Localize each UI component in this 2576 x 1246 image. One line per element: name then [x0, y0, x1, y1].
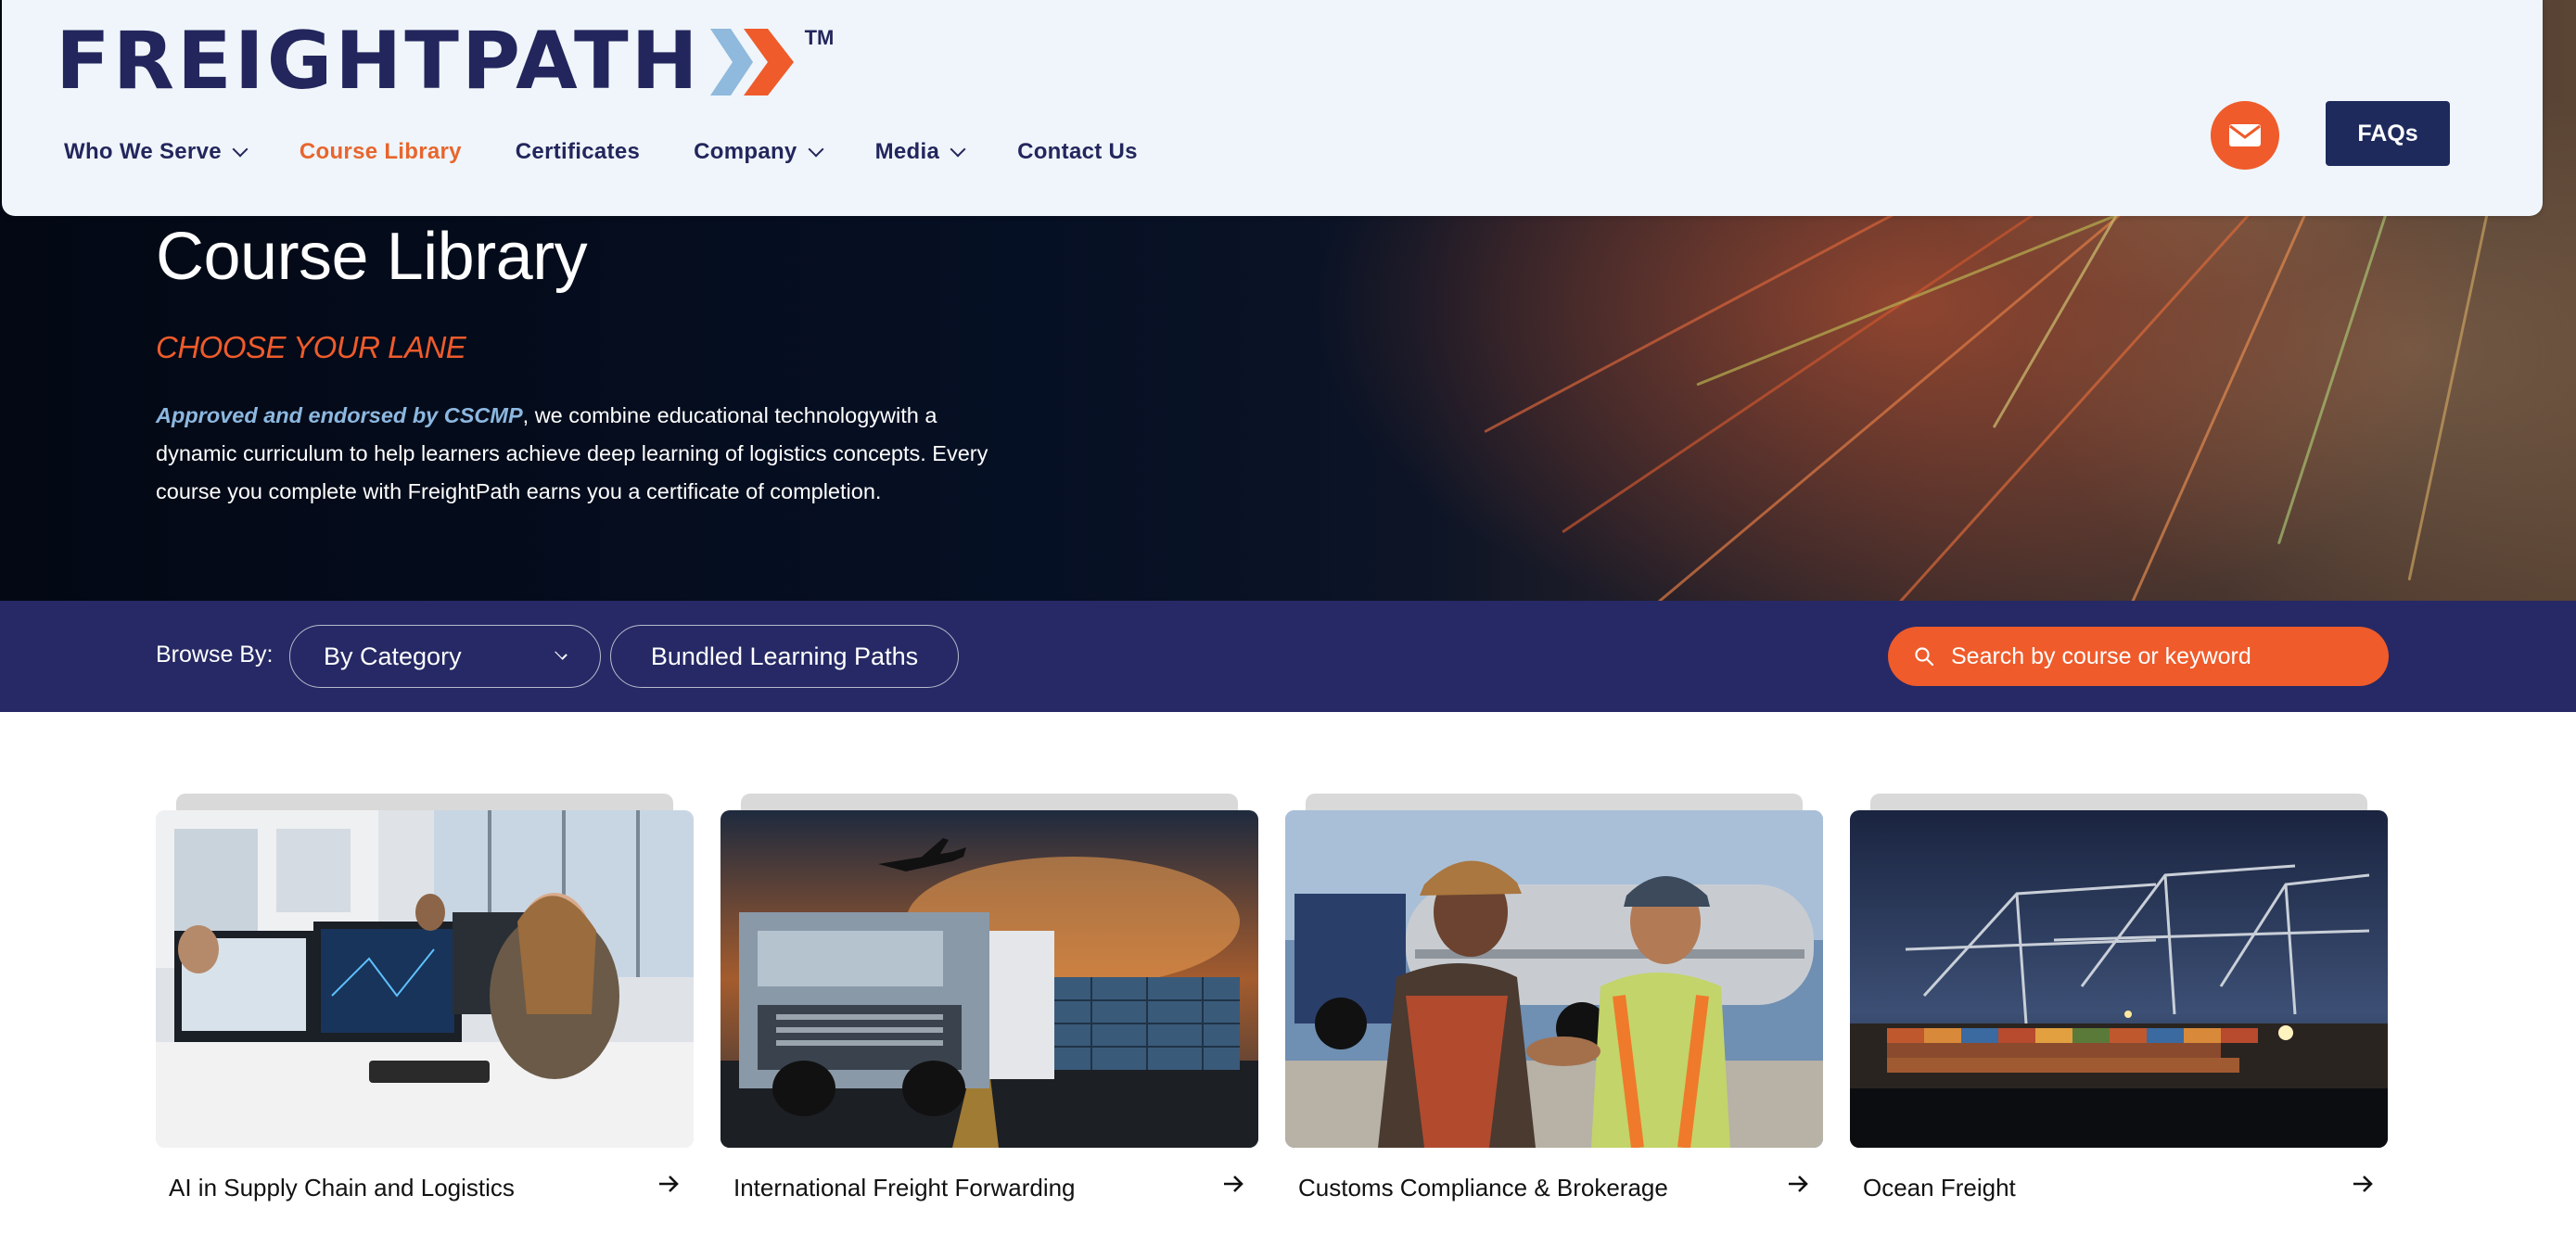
bundled-learning-paths-label: Bundled Learning Paths — [650, 642, 919, 670]
course-card-ocean-freight[interactable]: Ocean Freight — [1850, 794, 2388, 1220]
course-image-ai-office — [156, 810, 694, 1148]
nav-label: Media — [874, 139, 940, 164]
page-title: Course Library — [156, 220, 588, 294]
course-card-freight-forwarding[interactable]: International Freight Forwarding — [721, 794, 1258, 1220]
main-nav: Who We Serve Course Library Certificates… — [64, 139, 1192, 165]
search-box[interactable] — [1888, 627, 2389, 686]
chevron-down-icon — [555, 647, 567, 660]
course-image-port-night — [1850, 810, 2388, 1148]
nav-company[interactable]: Company — [694, 139, 824, 165]
course-title: International Freight Forwarding — [733, 1174, 1076, 1202]
hero-subtitle: CHOOSE YOUR LANE — [156, 330, 466, 364]
nav-contact-us[interactable]: Contact Us — [1017, 139, 1138, 165]
faqs-button[interactable]: FAQs — [2326, 101, 2450, 166]
course-card-ai[interactable]: AI in Supply Chain and Logistics — [156, 794, 694, 1220]
chevron-down-icon — [232, 141, 249, 158]
site-header: FREIGHTPATH TM Who We Serve Course Libra… — [2, 0, 2543, 216]
course-title: AI in Supply Chain and Logistics — [169, 1174, 515, 1202]
arrow-right-icon — [2353, 1176, 2373, 1192]
hero-description: Approved and endorsed by CSCMP, we combi… — [156, 397, 990, 511]
nav-media[interactable]: Media — [874, 139, 966, 165]
course-title: Customs Compliance & Brokerage — [1298, 1174, 1668, 1202]
bundled-learning-paths-button[interactable]: Bundled Learning Paths — [610, 625, 959, 688]
chevron-down-icon — [950, 141, 966, 158]
search-icon — [1915, 647, 1934, 667]
category-select-value: By Category — [324, 642, 462, 670]
nav-label: Company — [694, 139, 797, 164]
freightpath-logo[interactable]: FREIGHTPATH TM — [56, 15, 835, 108]
nav-label: Contact Us — [1017, 139, 1138, 164]
envelope-icon — [2229, 124, 2261, 146]
arrow-right-icon — [659, 1176, 679, 1192]
nav-label: Certificates — [515, 139, 641, 164]
browse-label: Browse By: — [156, 642, 274, 668]
arrow-right-icon — [1789, 1176, 1808, 1192]
browse-bar: Browse By: By Category Bundled Learning … — [0, 601, 2576, 712]
arrow-right-icon — [1224, 1176, 1243, 1192]
nav-label: Course Library — [299, 139, 462, 164]
chevron-down-icon — [808, 141, 824, 158]
logo-wordmark: FREIGHTPATH — [56, 15, 701, 108]
course-card-customs[interactable]: Customs Compliance & Brokerage — [1285, 794, 1823, 1220]
nav-label: Who We Serve — [64, 139, 222, 164]
course-title: Ocean Freight — [1863, 1174, 2016, 1202]
nav-who-we-serve[interactable]: Who We Serve — [64, 139, 249, 165]
chevron-arrows-icon — [709, 29, 803, 95]
category-select[interactable]: By Category — [289, 625, 601, 688]
cscmp-endorsement: Approved and endorsed by CSCMP — [156, 403, 523, 427]
course-image-truck-plane — [721, 810, 1258, 1148]
nav-course-library[interactable]: Course Library — [300, 139, 462, 165]
course-image-handshake — [1285, 810, 1823, 1148]
nav-certificates[interactable]: Certificates — [516, 139, 640, 165]
trademark-symbol: TM — [804, 26, 835, 49]
email-button[interactable] — [2211, 101, 2279, 170]
search-input[interactable] — [1951, 642, 2359, 670]
